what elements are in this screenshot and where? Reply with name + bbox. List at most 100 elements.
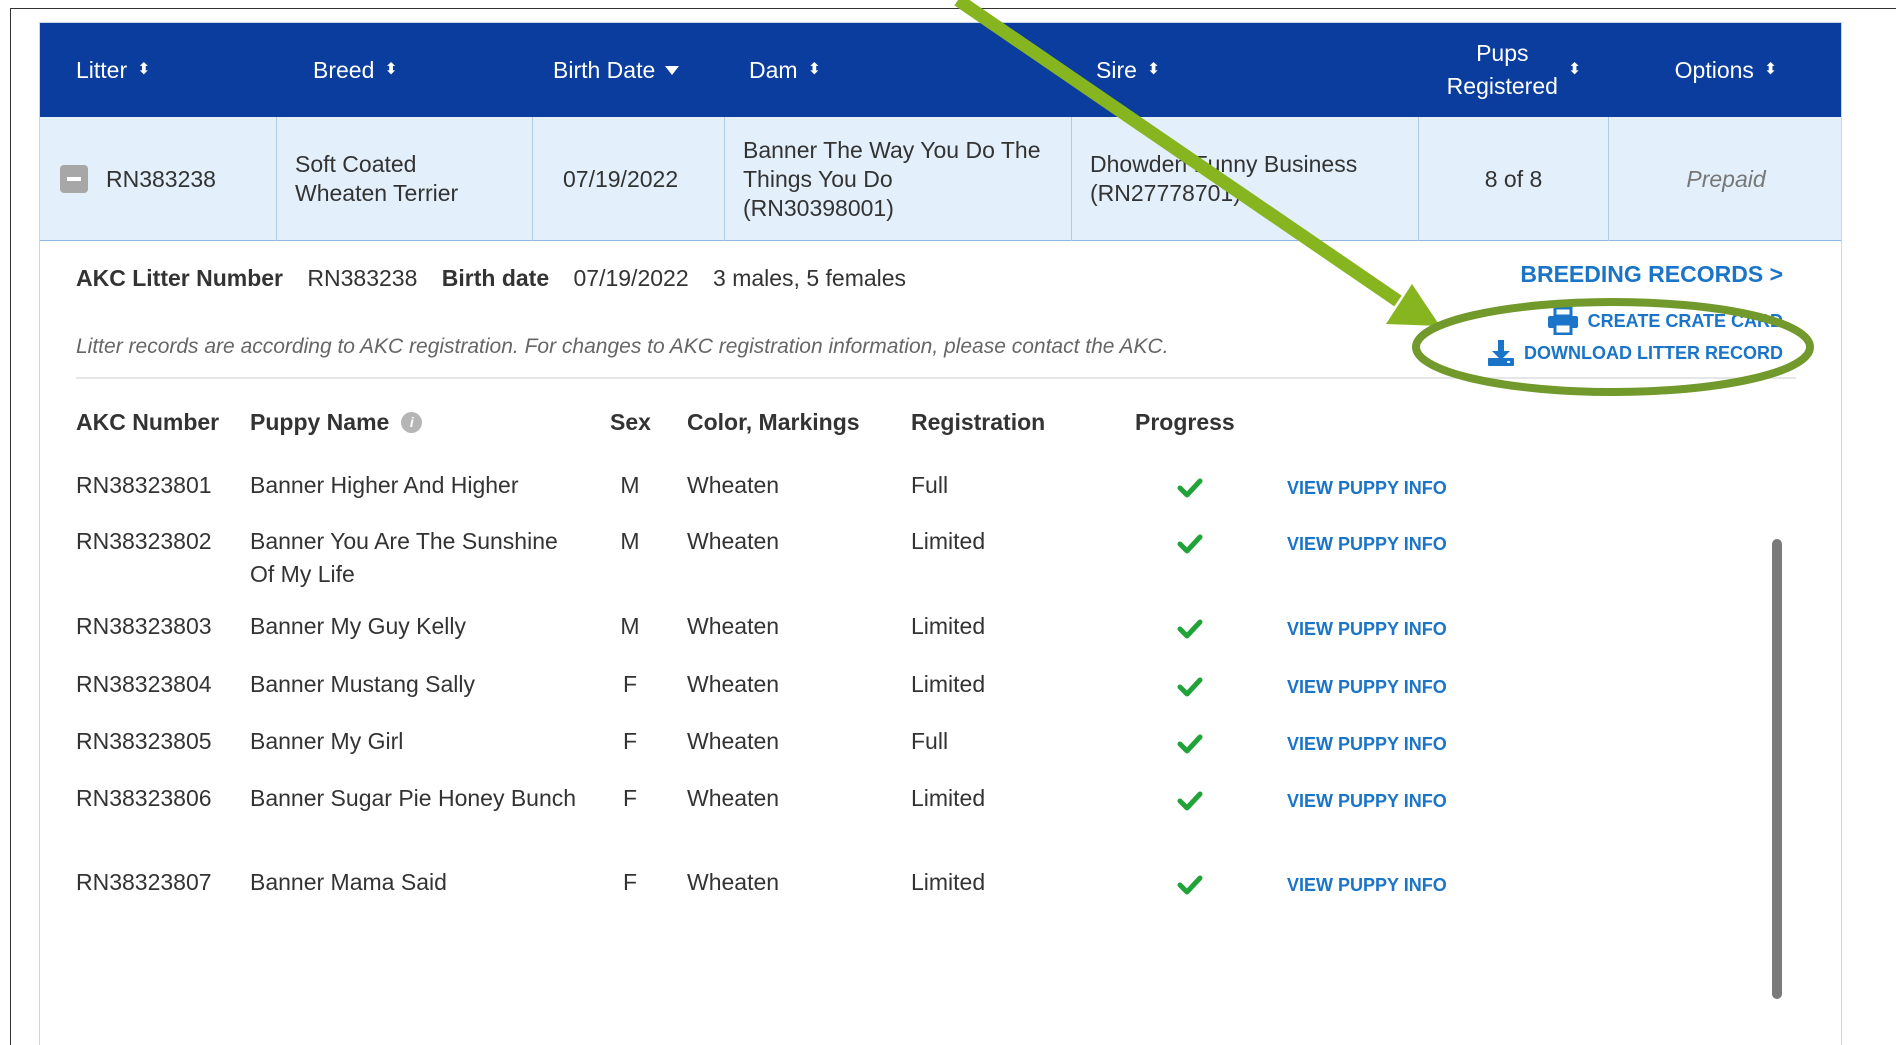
puppy-sex: F xyxy=(622,785,638,811)
pups-registered-text: 8 of 8 xyxy=(1484,165,1543,192)
registration-note: Litter records are according to AKC regi… xyxy=(76,335,1169,358)
puppy-header-name: Puppy Name i xyxy=(250,409,423,436)
puppy-name: Banner Mustang Sally xyxy=(250,671,476,697)
dam-line2: Things You Do xyxy=(743,165,893,192)
column-header-label: Litter xyxy=(76,56,128,83)
column-header-dam[interactable]: Dam ⬍ xyxy=(725,23,1072,117)
puppy-color: Wheaten xyxy=(687,613,780,639)
puppy-registration: Limited xyxy=(911,671,986,697)
puppy-name: Banner My Girl xyxy=(250,728,404,754)
puppy-sex: M xyxy=(620,528,640,554)
checkmark-icon xyxy=(1177,677,1203,697)
sort-arrows-icon: ⬍ xyxy=(1763,61,1778,78)
dam-line3: (RN30398001) xyxy=(743,194,894,221)
litter-row[interactable]: RN383238 Soft Coated Wheaten Terrier 07/… xyxy=(40,117,1841,241)
view-puppy-info-link[interactable]: VIEW PUPPY INFO xyxy=(1287,528,1447,561)
printer-icon xyxy=(1547,307,1578,335)
puppy-registration: Full xyxy=(911,728,949,754)
sire-line1: Dhowden Funny Business xyxy=(1090,151,1358,177)
create-crate-card-link[interactable]: CREATE CRATE CARD xyxy=(1546,307,1783,335)
column-header-label: Dam xyxy=(749,56,798,83)
view-puppy-info-link[interactable]: VIEW PUPPY INFO xyxy=(1287,869,1447,902)
cell-breed: Soft Coated Wheaten Terrier xyxy=(277,117,533,241)
sort-arrows-icon: ⬍ xyxy=(384,61,398,78)
puppy-sex: F xyxy=(622,869,638,895)
birth-date-value: 07/19/2022 xyxy=(573,265,689,291)
checkmark-icon xyxy=(1177,791,1203,811)
column-header-options[interactable]: Options ⬍ xyxy=(1609,23,1841,117)
puppy-name: Banner Higher And Higher xyxy=(250,472,519,498)
puppy-header-akc-number: AKC Number xyxy=(76,409,220,435)
puppy-header-name-label: Puppy Name xyxy=(250,409,390,435)
checkmark-icon xyxy=(1177,875,1203,895)
sort-arrows-icon: ⬍ xyxy=(137,61,151,78)
column-header-label: Birth Date xyxy=(553,56,656,83)
sire-text: Dhowden Funny Business (RN27778701) xyxy=(1090,150,1357,208)
sort-arrows-icon: ⬍ xyxy=(807,61,821,78)
birth-date-label: Birth date xyxy=(441,265,550,291)
puppy-registration: Limited xyxy=(911,613,986,639)
cell-birth-date: 07/19/2022 xyxy=(533,117,725,241)
breed-line2: Wheaten Terrier xyxy=(295,180,459,206)
view-puppy-info-link[interactable]: VIEW PUPPY INFO xyxy=(1287,613,1447,646)
puppy-akc-number: RN38323805 xyxy=(76,728,212,754)
download-icon xyxy=(1488,340,1515,366)
birth-date-text: 07/19/2022 xyxy=(563,165,679,192)
breed-text: Soft Coated Wheaten Terrier xyxy=(295,150,458,208)
puppy-color: Wheaten xyxy=(687,869,780,895)
litter-number-value: RN383238 xyxy=(307,265,418,291)
column-header-litter[interactable]: Litter ⬍ xyxy=(40,23,277,117)
sort-arrows-icon: ⬍ xyxy=(1567,61,1582,78)
view-puppy-info-link[interactable]: VIEW PUPPY INFO xyxy=(1287,472,1447,505)
puppy-registration: Limited xyxy=(911,869,986,895)
column-header-label: Options xyxy=(1674,56,1754,83)
column-header-label: Sire xyxy=(1096,56,1137,83)
puppy-akc-number: RN38323806 xyxy=(76,785,212,811)
view-puppy-info-link[interactable]: VIEW PUPPY INFO xyxy=(1287,671,1447,704)
puppy-sex: F xyxy=(622,671,638,697)
cell-litter: RN383238 xyxy=(40,117,277,241)
table-header: Litter ⬍ Breed ⬍ Birth Date Dam ⬍ Sire ⬍… xyxy=(40,23,1841,117)
puppy-akc-number: RN38323804 xyxy=(76,671,212,697)
litter-table-card: Litter ⬍ Breed ⬍ Birth Date Dam ⬍ Sire ⬍… xyxy=(39,22,1842,1045)
puppy-sex: F xyxy=(622,728,638,754)
puppy-akc-number: RN38323802 xyxy=(76,528,212,554)
column-header-label-line2: Registered xyxy=(1446,73,1558,99)
sire-line2: (RN27778701) xyxy=(1090,180,1241,206)
sex-counts: 3 males, 5 females xyxy=(713,265,907,291)
puppy-sex: M xyxy=(620,613,640,639)
divider xyxy=(76,377,1796,379)
column-header-birth-date[interactable]: Birth Date xyxy=(533,23,725,117)
puppy-header-progress: Progress xyxy=(1135,409,1235,435)
column-header-sire[interactable]: Sire ⬍ xyxy=(1072,23,1419,117)
puppy-header-registration: Registration xyxy=(911,409,1046,435)
info-circle-icon[interactable]: i xyxy=(401,412,423,433)
puppy-akc-number: RN38323807 xyxy=(76,869,212,895)
puppy-akc-number: RN38323803 xyxy=(76,613,212,639)
dam-text: Banner The Way You Do The Things You Do … xyxy=(743,136,1041,223)
download-litter-record-link[interactable]: DOWNLOAD LITTER RECORD xyxy=(1486,339,1783,367)
cell-options: Prepaid xyxy=(1609,117,1841,241)
litter-detail-panel: AKC Litter Number RN383238 Birth date 07… xyxy=(40,241,1841,1045)
checkmark-icon xyxy=(1177,619,1203,639)
puppy-color: Wheaten xyxy=(687,671,780,697)
puppy-akc-number: RN38323801 xyxy=(76,472,212,498)
view-puppy-info-link[interactable]: VIEW PUPPY INFO xyxy=(1287,728,1447,761)
view-puppy-info-link[interactable]: VIEW PUPPY INFO xyxy=(1287,785,1447,818)
create-crate-card-label: CREATE CRATE CARD xyxy=(1587,310,1783,331)
puppy-sex: M xyxy=(620,472,640,498)
puppy-color: Wheaten xyxy=(687,728,780,754)
column-header-pups-registered[interactable]: Pups Registered ⬍ xyxy=(1419,23,1609,117)
litter-number-label: AKC Litter Number xyxy=(76,265,284,291)
checkmark-icon xyxy=(1177,478,1203,498)
minus-square-icon[interactable] xyxy=(60,165,88,193)
download-litter-record-label: DOWNLOAD LITTER RECORD xyxy=(1524,342,1783,363)
puppy-name: Banner My Guy Kelly xyxy=(250,613,467,639)
puppy-registration: Limited xyxy=(911,528,986,554)
breed-line1: Soft Coated xyxy=(295,151,417,177)
cell-sire: Dhowden Funny Business (RN27778701) xyxy=(1072,117,1419,241)
litter-summary: AKC Litter Number RN383238 Birth date 07… xyxy=(76,265,924,292)
column-header-breed[interactable]: Breed ⬍ xyxy=(277,23,533,117)
breeding-records-link[interactable]: BREEDING RECORDS > xyxy=(1520,261,1783,288)
scrollbar-thumb[interactable] xyxy=(1772,539,1782,999)
